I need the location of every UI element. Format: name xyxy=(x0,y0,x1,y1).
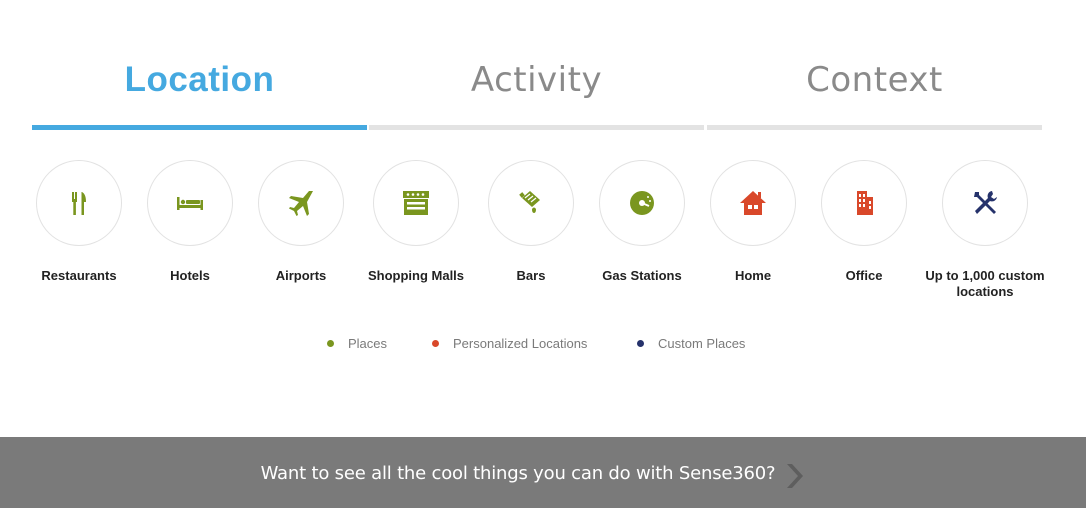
category-office: Office xyxy=(804,160,924,284)
legend: Places Personalized Locations Custom Pla… xyxy=(0,336,1086,356)
category-bars: Bars xyxy=(471,160,591,284)
category-label: Gas Stations xyxy=(602,268,682,283)
category-icon-circle xyxy=(710,160,796,246)
category-icon-circle xyxy=(488,160,574,246)
building-icon xyxy=(857,191,873,215)
tab-location[interactable]: Location xyxy=(32,52,367,132)
legend-dot xyxy=(327,340,334,347)
tab-activity-indicator xyxy=(369,125,704,130)
category-label: Airports xyxy=(275,268,327,283)
bed-icon xyxy=(177,197,203,210)
wrench-screwdriver-icon xyxy=(974,191,997,214)
category-icon-circle xyxy=(36,160,122,246)
tab-context-label: Context xyxy=(806,60,943,100)
legend-label: Custom Places xyxy=(658,336,746,351)
legend-item-personalized: Personalized Locations xyxy=(432,336,587,351)
cta-text[interactable]: Want to see all the cool things you can … xyxy=(0,463,1036,484)
category-gas-stations: Gas Stations xyxy=(582,160,702,284)
cta-banner[interactable]: Want to see all the cool things you can … xyxy=(0,437,1086,508)
legend-label: Personalized Locations xyxy=(453,336,588,351)
category-icon-circle xyxy=(599,160,685,246)
category-label: Restaurants xyxy=(41,268,117,283)
tab-context[interactable]: Context xyxy=(707,52,1042,132)
category-label: Up to 1,000 custom locations xyxy=(925,268,1045,299)
legend-item-places: Places xyxy=(327,336,387,351)
category-home: Home xyxy=(693,160,813,284)
category-icon-circle xyxy=(373,160,459,246)
category-label: Home xyxy=(734,268,772,283)
category-label: Shopping Malls xyxy=(367,268,465,283)
legend-label: Places xyxy=(348,336,388,351)
house-icon xyxy=(740,191,766,215)
legend-dot xyxy=(432,340,439,347)
category-icon-circle xyxy=(147,160,233,246)
tab-activity[interactable]: Activity xyxy=(369,52,704,132)
category-hotels: Hotels xyxy=(130,160,250,284)
fork-knife-icon xyxy=(72,192,86,215)
tab-context-indicator xyxy=(707,125,1042,130)
tab-location-label: Location xyxy=(124,60,275,99)
category-label: Hotels xyxy=(170,268,210,283)
category-label: Office xyxy=(845,268,883,283)
gauge-icon xyxy=(630,191,654,215)
category-custom-locations: Up to 1,000 custom locations xyxy=(925,160,1045,300)
tab-activity-label: Activity xyxy=(470,60,603,100)
category-icon-circle xyxy=(942,160,1028,246)
chevron-right-icon[interactable] xyxy=(784,461,806,491)
tab-bar: Location Activity Context xyxy=(32,52,1042,132)
cocktail-icon xyxy=(519,191,540,213)
tab-location-indicator xyxy=(32,125,367,130)
category-airports: Airports xyxy=(241,160,361,284)
category-shopping-malls: Shopping Malls xyxy=(356,160,476,284)
category-icon-circle xyxy=(258,160,344,246)
storefront-icon xyxy=(403,191,429,215)
airplane-icon xyxy=(289,191,313,216)
legend-item-custom: Custom Places xyxy=(637,336,745,351)
category-icon-circle xyxy=(821,160,907,246)
legend-dot xyxy=(637,340,644,347)
category-label: Bars xyxy=(516,268,546,283)
category-restaurants: Restaurants xyxy=(19,160,139,284)
